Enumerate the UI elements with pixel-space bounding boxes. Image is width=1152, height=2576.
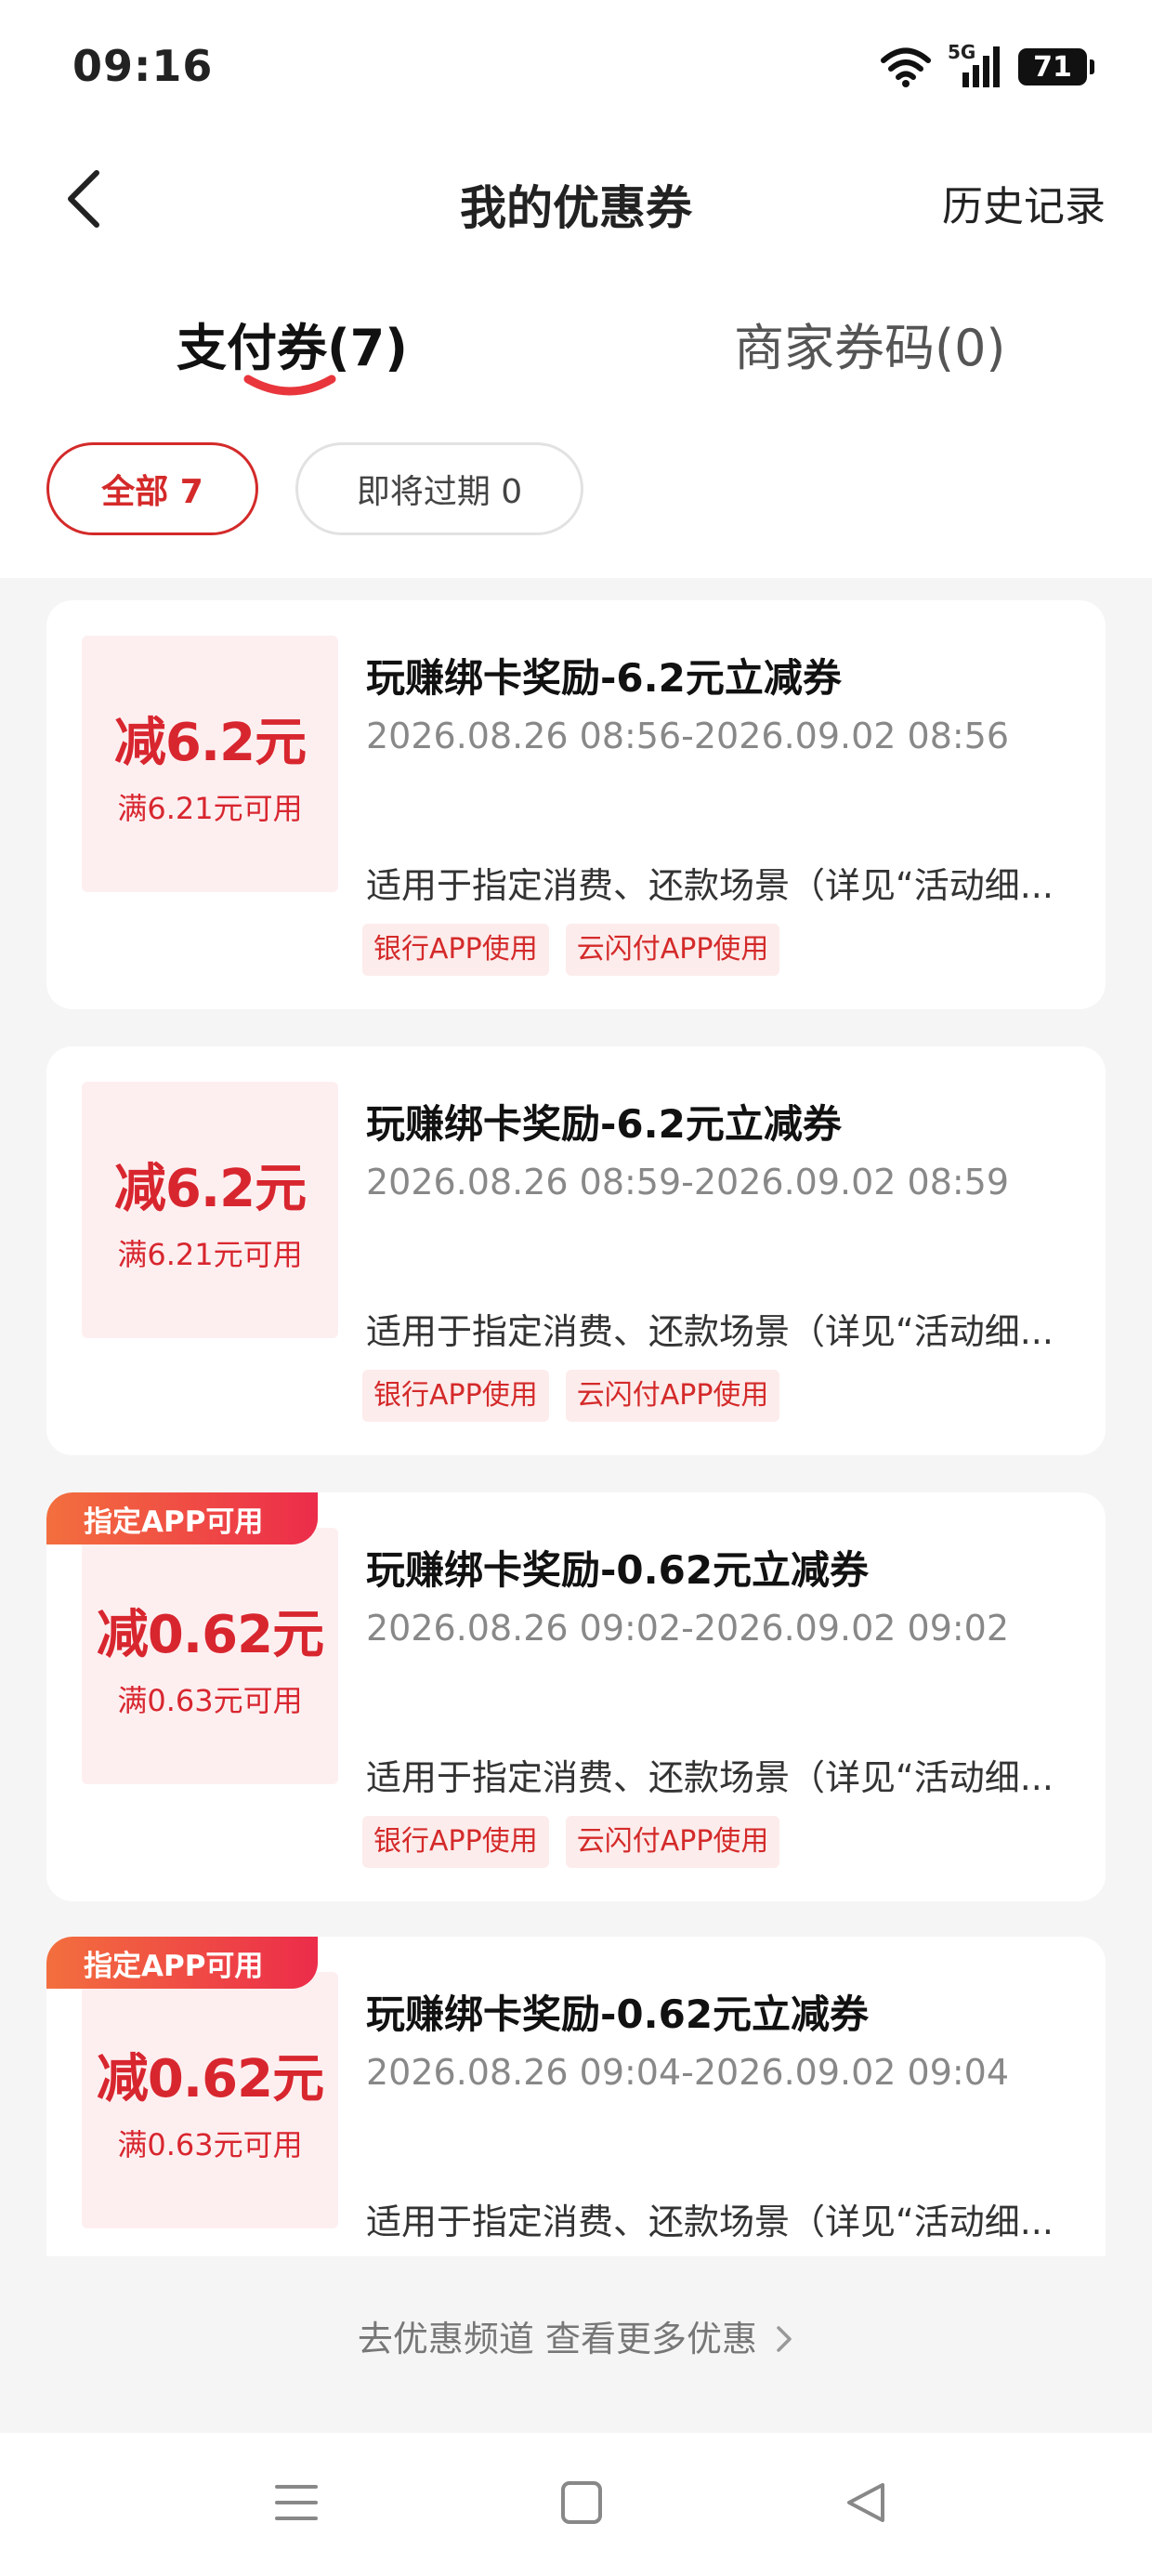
menu-icon[interactable]	[273, 2479, 320, 2526]
battery-icon: 71	[1018, 48, 1094, 85]
coupon-title: 玩赚绑卡奖励-6.2元立减券	[366, 655, 842, 701]
tab-merchant-codes[interactable]: 商家券码(0)	[734, 307, 1006, 380]
square-icon[interactable]	[559, 2479, 604, 2526]
filter-expiring-chip[interactable]: 即将过期 0	[295, 442, 583, 535]
wifi-icon	[881, 47, 931, 87]
coupon-title: 玩赚绑卡奖励-0.62元立减券	[366, 1991, 870, 2037]
coupon-amount-box: 减0.62元 满0.63元可用	[82, 1528, 338, 1784]
coupon-tag: 云闪付APP使用	[565, 1816, 780, 1868]
coupon-validity: 2026.08.26 09:04-2026.09.02 09:04	[366, 2052, 1010, 2093]
chevron-right-icon	[777, 2326, 792, 2352]
coupon-tag: 云闪付APP使用	[565, 924, 780, 976]
status-time: 09:16	[72, 41, 214, 91]
signal-icon: 5G	[948, 41, 1001, 89]
coupon-tags: 银行APP使用 云闪付APP使用	[362, 1816, 780, 1868]
coupon-amount-box: 减6.2元 满6.21元可用	[82, 1082, 338, 1338]
triangle-back-icon[interactable]	[844, 2479, 888, 2526]
coupon-tags: 银行APP使用 云闪付APP使用	[362, 924, 780, 976]
designated-app-ribbon: 指定APP可用	[46, 1492, 318, 1544]
coupon-card[interactable]: 减6.2元 满6.21元可用 玩赚绑卡奖励-6.2元立减券 2026.08.26…	[46, 600, 1106, 1009]
coupon-tag: 云闪付APP使用	[565, 1370, 780, 1422]
coupon-card[interactable]: 减0.62元 满0.63元可用 指定APP可用 玩赚绑卡奖励-0.62元立减券 …	[46, 1492, 1106, 1901]
coupon-validity: 2026.08.26 08:56-2026.09.02 08:56	[366, 716, 1010, 756]
coupon-tag: 银行APP使用	[362, 1816, 549, 1868]
coupon-amount-box: 减0.62元 满0.63元可用	[82, 1972, 338, 2228]
coupon-tag: 银行APP使用	[362, 924, 549, 976]
battery-level: 71	[1033, 50, 1072, 84]
coupon-description: 适用于指定消费、还款场景（详见“活动细...	[366, 2201, 1054, 2242]
coupon-amount: 减0.62元	[96, 1604, 324, 1665]
status-icons: 5G 71	[881, 41, 1094, 91]
coupon-card[interactable]: 减0.62元 满0.63元可用 指定APP可用 玩赚绑卡奖励-0.62元立减券 …	[46, 1937, 1106, 2256]
coupon-threshold: 满0.63元可用	[117, 1682, 303, 1718]
coupon-title: 玩赚绑卡奖励-0.62元立减券	[366, 1547, 870, 1593]
history-link[interactable]: 历史记录	[942, 173, 1106, 232]
coupon-title: 玩赚绑卡奖励-6.2元立减券	[366, 1101, 842, 1147]
coupon-amount: 减6.2元	[113, 712, 307, 773]
coupon-description: 适用于指定消费、还款场景（详见“活动细...	[366, 1757, 1054, 1798]
coupon-amount: 减0.62元	[96, 2048, 324, 2109]
coupon-description: 适用于指定消费、还款场景（详见“活动细...	[366, 1311, 1054, 1352]
coupon-amount: 减6.2元	[113, 1158, 307, 1219]
more-offers-link[interactable]: 去优惠频道 查看更多优惠	[0, 2310, 1152, 2361]
coupon-card[interactable]: 减6.2元 满6.21元可用 玩赚绑卡奖励-6.2元立减券 2026.08.26…	[46, 1046, 1106, 1455]
coupon-amount-box: 减6.2元 满6.21元可用	[82, 636, 338, 892]
coupon-tags: 银行APP使用 云闪付APP使用	[362, 1370, 780, 1422]
coupon-description: 适用于指定消费、还款场景（详见“活动细...	[366, 865, 1054, 906]
coupon-threshold: 满0.63元可用	[117, 2126, 303, 2162]
more-offers-label: 去优惠频道 查看更多优惠	[357, 2319, 757, 2359]
filter-all-chip[interactable]: 全部 7	[46, 442, 258, 535]
coupon-validity: 2026.08.26 08:59-2026.09.02 08:59	[366, 1162, 1010, 1203]
designated-app-ribbon: 指定APP可用	[46, 1937, 318, 1989]
coupon-threshold: 满6.21元可用	[117, 1236, 303, 1272]
active-tab-indicator	[243, 375, 336, 396]
coupon-tag: 银行APP使用	[362, 1370, 549, 1422]
coupon-threshold: 满6.21元可用	[117, 790, 303, 826]
tab-payment-coupons[interactable]: 支付券(7)	[177, 307, 408, 380]
coupon-validity: 2026.08.26 09:02-2026.09.02 09:02	[366, 1608, 1010, 1649]
system-nav-bar	[0, 2433, 1152, 2576]
